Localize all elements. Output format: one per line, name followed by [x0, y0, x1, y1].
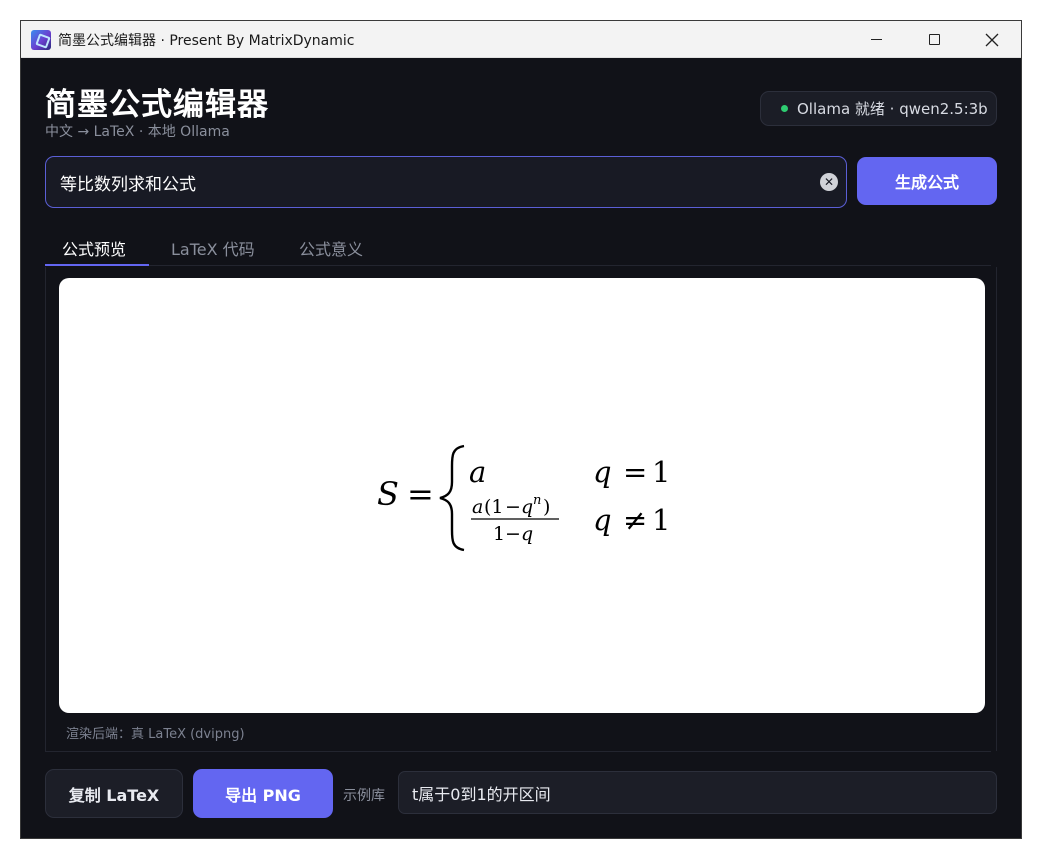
tab-formula-meaning[interactable]: 公式意义 — [299, 236, 363, 260]
case-2-denominator-one: 1 — [493, 523, 505, 545]
footer-divider — [45, 751, 991, 752]
maximize-icon — [928, 34, 940, 45]
app-logo-icon — [31, 30, 51, 50]
app-title: 简墨公式编辑器 — [45, 87, 269, 123]
minimize-icon — [870, 39, 882, 40]
active-tab-indicator — [45, 264, 149, 266]
rendered-formula: S = a q = 1 a (1 − q n ) 1 − q q ≠ 1 — [377, 444, 670, 552]
generate-formula-button[interactable]: 生成公式 — [857, 157, 997, 205]
status-dot-icon — [781, 105, 788, 112]
case-2-numerator-a: a — [472, 496, 483, 518]
title-bar: 简墨公式编辑器 · Present By MatrixDynamic — [21, 21, 1021, 58]
case-1-value: a — [469, 455, 486, 489]
case-1-condition-var: q — [593, 455, 612, 489]
case-2-numerator-paren-open: (1 — [484, 496, 504, 518]
formula-lhs: S — [377, 475, 399, 513]
app-window: 简墨公式编辑器 · Present By MatrixDynamic 简墨公式编… — [20, 20, 1022, 839]
preview-panel: S = a q = 1 a (1 − q n ) 1 − q q ≠ 1 渲染后… — [45, 267, 997, 751]
minimize-button[interactable] — [847, 21, 905, 58]
left-brace — [439, 444, 465, 552]
render-backend-note: 渲染后端：真 LaTeX (dvipng) — [66, 727, 245, 742]
case-2-numerator-paren-close: ) — [543, 496, 550, 518]
case-2-condition-var: q — [593, 503, 612, 537]
case-2-condition-op: ≠ — [623, 503, 647, 537]
close-button[interactable] — [963, 21, 1021, 58]
case-2-denominator-q: q — [521, 523, 533, 545]
formula-equals: = — [407, 475, 434, 513]
clear-icon[interactable]: ✕ — [820, 173, 838, 191]
case-1-condition-rhs: 1 — [652, 455, 670, 489]
case-2-numerator-exponent: n — [533, 493, 541, 508]
tab-bar: 公式预览 LaTeX 代码 公式意义 — [45, 226, 991, 266]
status-text: Ollama 就绪 · qwen2.5:3b — [797, 100, 988, 118]
examples-dropdown[interactable]: t属于0到1的开区间 — [398, 771, 997, 814]
case-1-condition-op: = — [623, 455, 647, 489]
maximize-button[interactable] — [905, 21, 963, 58]
window-title: 简墨公式编辑器 · Present By MatrixDynamic — [58, 33, 355, 49]
query-input-box[interactable]: ✕ — [45, 156, 847, 208]
case-2-numerator-minus: − — [505, 496, 521, 518]
query-input[interactable] — [60, 157, 800, 207]
case-2-condition-rhs: 1 — [652, 503, 670, 537]
formula-preview-canvas: S = a q = 1 a (1 − q n ) 1 − q q ≠ 1 — [59, 278, 985, 713]
copy-latex-button[interactable]: 复制 LaTeX — [45, 769, 183, 818]
export-png-button[interactable]: 导出 PNG — [193, 769, 333, 818]
case-2-denominator-minus: − — [505, 523, 521, 545]
app-subtitle: 中文 → LaTeX · 本地 Ollama — [45, 124, 230, 140]
case-2-numerator-q: q — [521, 496, 533, 518]
ollama-status-badge: Ollama 就绪 · qwen2.5:3b — [760, 91, 997, 126]
tab-latex-code[interactable]: LaTeX 代码 — [171, 236, 255, 260]
close-icon — [985, 33, 999, 46]
examples-label: 示例库 — [343, 788, 385, 804]
tab-formula-preview[interactable]: 公式预览 — [62, 236, 126, 260]
